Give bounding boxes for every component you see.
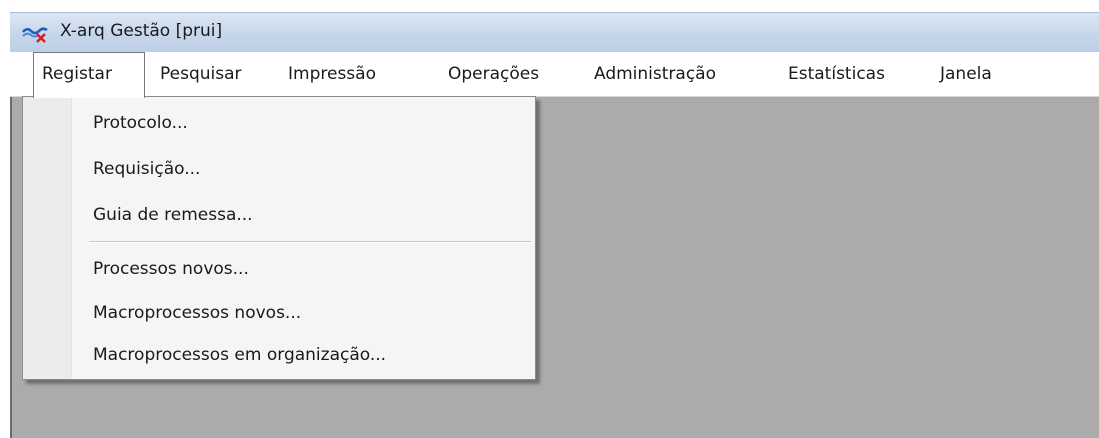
menu-pesquisar-label: Pesquisar bbox=[160, 64, 242, 84]
menu-item-protocolo[interactable]: Protocolo... bbox=[93, 113, 188, 133]
menu-operacoes-label: Operações bbox=[448, 64, 540, 84]
menu-item-requisicao-label: Requisição... bbox=[93, 159, 201, 179]
client-area-border bbox=[10, 97, 12, 438]
title-bar[interactable]: X-arq Gestão [prui] bbox=[10, 12, 1099, 53]
menu-item-macroprocessos-novos[interactable]: Macroprocessos novos... bbox=[93, 303, 301, 323]
menu-separator bbox=[89, 241, 531, 243]
window-title: X-arq Gestão [prui] bbox=[60, 21, 223, 41]
menu-item-macroprocessos-em-organizacao[interactable]: Macroprocessos em organização... bbox=[93, 345, 386, 365]
menu-item-guia-de-remessa-label: Guia de remessa... bbox=[93, 205, 253, 225]
app-window: X-arq Gestão [prui] Registar Pesquisar I… bbox=[0, 0, 1099, 438]
menu-janela-label: Janela bbox=[940, 64, 992, 84]
menu-item-processos-novos[interactable]: Processos novos... bbox=[93, 259, 249, 279]
menu-operacoes[interactable]: Operações bbox=[448, 52, 539, 96]
menu-registar-label: Registar bbox=[42, 64, 112, 84]
menu-bar: Registar Pesquisar Impressão Operações A… bbox=[10, 52, 1099, 98]
menu-impressao[interactable]: Impressão bbox=[288, 52, 376, 96]
menu-administracao[interactable]: Administração bbox=[594, 52, 716, 96]
menu-estatisticas[interactable]: Estatísticas bbox=[788, 52, 885, 96]
menu-janela[interactable]: Janela bbox=[940, 52, 992, 96]
menu-icon-gutter bbox=[23, 97, 72, 379]
menu-administracao-label: Administração bbox=[594, 64, 716, 84]
menu-item-guia-de-remessa[interactable]: Guia de remessa... bbox=[93, 205, 253, 225]
menu-item-processos-novos-label: Processos novos... bbox=[93, 259, 249, 279]
menu-registar[interactable]: Registar bbox=[33, 52, 145, 98]
registar-dropdown-menu: Protocolo... Requisição... Guia de remes… bbox=[22, 96, 536, 380]
menu-item-requisicao[interactable]: Requisição... bbox=[93, 159, 200, 179]
menu-item-macroprocessos-novos-label: Macroprocessos novos... bbox=[93, 303, 302, 323]
menu-pesquisar[interactable]: Pesquisar bbox=[160, 52, 242, 96]
menu-impressao-label: Impressão bbox=[288, 64, 376, 84]
menu-item-macroprocessos-em-organizacao-label: Macroprocessos em organização... bbox=[93, 345, 387, 365]
menu-item-protocolo-label: Protocolo... bbox=[93, 113, 188, 133]
x-arq-app-icon bbox=[21, 23, 48, 43]
menu-estatisticas-label: Estatísticas bbox=[788, 64, 885, 84]
